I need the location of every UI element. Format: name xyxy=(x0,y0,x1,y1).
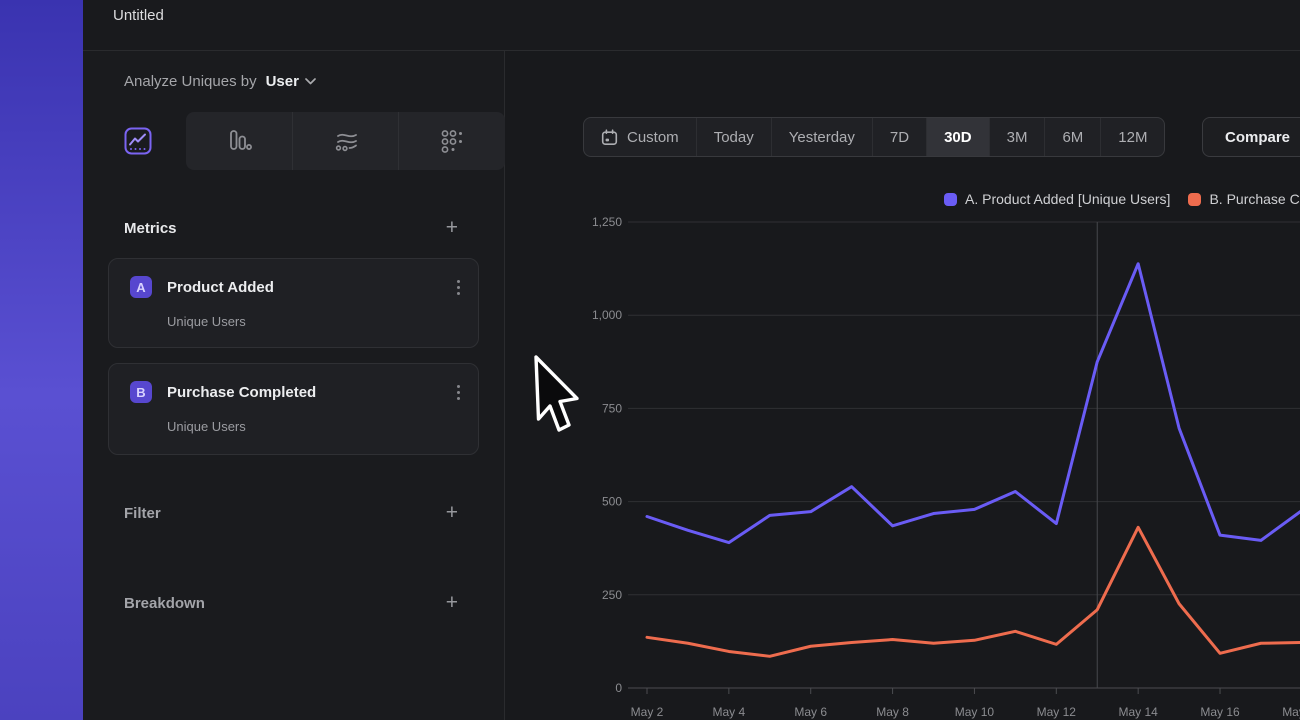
line-chart-svg[interactable]: 0 250 500 750 1,000 1,250 May 2 May 4 May 6 May 8… xyxy=(505,51,1300,720)
svg-text:May 10: May 10 xyxy=(955,705,995,719)
metric-a-badge: A xyxy=(130,276,152,298)
analyze-by-value: User xyxy=(266,73,299,90)
analyze-label: Analyze Uniques by xyxy=(124,73,257,90)
svg-text:May 14: May 14 xyxy=(1118,705,1158,719)
analyze-row: Analyze Uniques by User xyxy=(83,51,504,112)
tab-line-chart[interactable] xyxy=(123,126,153,156)
flows-icon xyxy=(333,128,359,154)
svg-text:May 2: May 2 xyxy=(631,705,664,719)
add-filter-button[interactable]: + xyxy=(446,504,458,522)
svg-text:750: 750 xyxy=(602,401,622,415)
dot-grid-icon xyxy=(439,128,465,154)
filter-row: Filter + xyxy=(83,496,504,530)
analyze-by-dropdown[interactable]: User xyxy=(266,73,316,90)
svg-text:0: 0 xyxy=(615,681,622,695)
breakdown-title: Breakdown xyxy=(124,595,205,612)
metric-a-menu-icon[interactable] xyxy=(457,280,460,295)
metric-card-b[interactable]: B Purchase Completed Unique Users xyxy=(108,363,479,455)
metric-b-name: Purchase Completed xyxy=(167,384,316,401)
metric-a-subtitle[interactable]: Unique Users xyxy=(167,314,462,329)
svg-text:1,000: 1,000 xyxy=(592,308,622,322)
svg-text:May 16: May 16 xyxy=(1200,705,1240,719)
sidebar: Analyze Uniques by User xyxy=(83,51,505,720)
line-chart-icon xyxy=(124,127,152,155)
svg-text:250: 250 xyxy=(602,588,622,602)
metric-a-name: Product Added xyxy=(167,279,274,296)
svg-text:May 8: May 8 xyxy=(876,705,909,719)
chart-panel: Custom Today Yesterday 7D 30D 3M 6M 12M … xyxy=(505,51,1300,720)
add-breakdown-button[interactable]: + xyxy=(446,594,458,612)
svg-text:May 6: May 6 xyxy=(794,705,827,719)
svg-text:May 12: May 12 xyxy=(1037,705,1077,719)
metrics-header-row: Metrics + xyxy=(83,211,504,245)
chart-type-tab-group xyxy=(186,112,505,170)
tab-bar-chart[interactable] xyxy=(186,112,292,170)
metric-b-badge: B xyxy=(130,381,152,403)
header-bar: Untitled xyxy=(83,0,1300,51)
metric-b-subtitle[interactable]: Unique Users xyxy=(167,419,462,434)
chevron-down-icon xyxy=(305,78,316,85)
chart-type-tabs xyxy=(83,112,504,170)
metric-a-row: A Product Added xyxy=(130,276,462,298)
svg-text:May 4: May 4 xyxy=(713,705,746,719)
tab-metrics-grid[interactable] xyxy=(398,112,505,170)
add-metric-button[interactable]: + xyxy=(446,219,458,237)
svg-text:May 18: May 18 xyxy=(1282,705,1300,719)
metric-card-a[interactable]: A Product Added Unique Users xyxy=(108,258,479,348)
metric-b-row: B Purchase Completed xyxy=(130,381,462,403)
metrics-title: Metrics xyxy=(124,220,177,237)
metric-b-menu-icon[interactable] xyxy=(457,385,460,400)
bar-chart-icon xyxy=(226,128,252,154)
svg-text:500: 500 xyxy=(602,495,622,509)
breakdown-row: Breakdown + xyxy=(83,586,504,620)
brand-gradient-strip xyxy=(0,0,83,720)
tab-flows[interactable] xyxy=(292,112,399,170)
report-title[interactable]: Untitled xyxy=(113,7,164,24)
filter-title: Filter xyxy=(124,505,161,522)
svg-text:1,250: 1,250 xyxy=(592,215,622,229)
